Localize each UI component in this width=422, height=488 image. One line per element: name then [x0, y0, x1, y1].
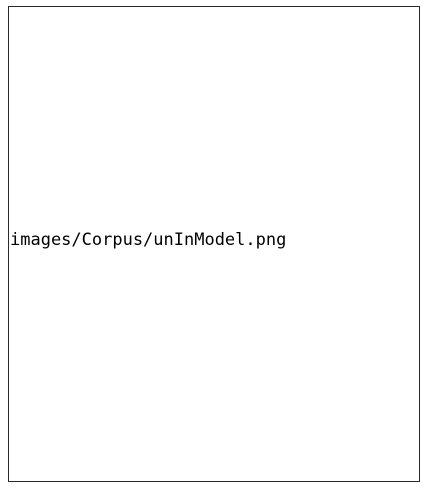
missing-image-path: images/Corpus/unInModel.png [10, 230, 287, 250]
